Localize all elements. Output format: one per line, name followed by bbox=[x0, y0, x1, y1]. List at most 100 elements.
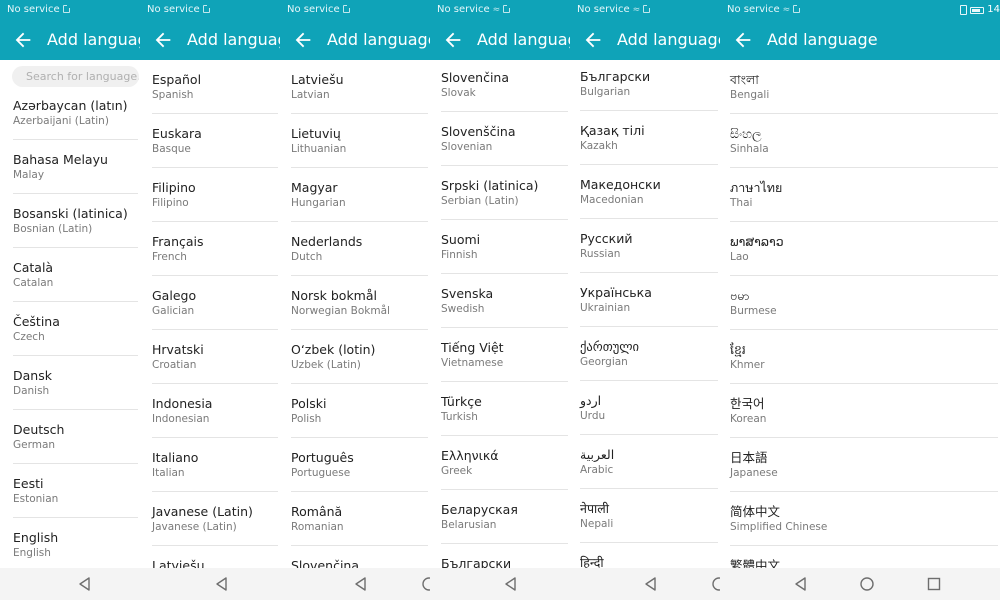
language-list-item[interactable]: O‘zbek (lotin) Uzbek (Latin) bbox=[280, 330, 430, 384]
language-list-item[interactable]: Ελληνικά Greek bbox=[430, 436, 570, 490]
language-list-item[interactable]: Español Spanish bbox=[140, 60, 280, 114]
language-list-item[interactable]: Azərbaycan (latın) Azerbaijani (Latin) bbox=[0, 86, 140, 140]
language-list-item[interactable]: Tiếng Việt Vietnamese bbox=[430, 328, 570, 382]
language-english-name: Hungarian bbox=[291, 197, 346, 209]
language-list-item[interactable]: हिन्दी bbox=[570, 543, 720, 568]
nav-home-icon[interactable] bbox=[420, 575, 430, 593]
language-list-item[interactable]: Slovenčina Slovak bbox=[430, 60, 570, 112]
nav-home-icon[interactable] bbox=[710, 575, 720, 593]
language-list-item[interactable]: Deutsch German bbox=[0, 410, 140, 464]
language-list-item[interactable]: Suomi Finnish bbox=[430, 220, 570, 274]
language-native-name: اردو bbox=[580, 393, 602, 408]
nav-back-icon[interactable] bbox=[213, 575, 231, 593]
arrow-back-icon[interactable] bbox=[442, 29, 464, 51]
language-list-item[interactable]: Русский Russian bbox=[570, 219, 720, 273]
arrow-back-icon[interactable] bbox=[732, 29, 754, 51]
language-english-name: Finnish bbox=[441, 249, 478, 261]
language-list-item[interactable]: Polski Polish bbox=[280, 384, 430, 438]
language-english-name: Kazakh bbox=[580, 140, 618, 152]
language-english-name: Macedonian bbox=[580, 194, 644, 206]
language-list-item[interactable]: Nederlands Dutch bbox=[280, 222, 430, 276]
language-list-item[interactable]: العربية Arabic bbox=[570, 435, 720, 489]
language-list-item[interactable]: Bahasa Melayu Malay bbox=[0, 140, 140, 194]
language-list-item[interactable]: नेपाली Nepali bbox=[570, 489, 720, 543]
language-list-item[interactable]: 简体中文 Simplified Chinese bbox=[720, 492, 1000, 546]
language-native-name: Norsk bokmål bbox=[291, 288, 377, 303]
language-list-item[interactable]: Latviešu Latvian bbox=[280, 60, 430, 114]
language-list-item[interactable]: Hrvatski Croatian bbox=[140, 330, 280, 384]
language-list-item[interactable]: Türkçe Turkish bbox=[430, 382, 570, 436]
language-list-item[interactable]: Galego Galician bbox=[140, 276, 280, 330]
language-list-item[interactable]: Euskara Basque bbox=[140, 114, 280, 168]
language-native-name: Čeština bbox=[13, 314, 60, 329]
language-native-name: ພາສາລາວ bbox=[730, 234, 784, 249]
nav-back-icon[interactable] bbox=[76, 575, 94, 593]
status-bar: No service bbox=[140, 0, 280, 20]
nav-recents-icon[interactable] bbox=[925, 575, 943, 593]
language-list-item[interactable]: اردو Urdu bbox=[570, 381, 720, 435]
language-list-item[interactable]: ພາສາລາວ Lao bbox=[720, 222, 1000, 276]
language-list-item[interactable]: Català Catalan bbox=[0, 248, 140, 302]
language-list-item[interactable]: Indonesia Indonesian bbox=[140, 384, 280, 438]
language-english-name: Khmer bbox=[730, 359, 765, 371]
search-input[interactable] bbox=[12, 66, 139, 87]
screen-panel: No service≈Add languageSlovenčinaSlovakS… bbox=[430, 0, 570, 600]
language-list-item[interactable]: Bosanski (latinica) Bosnian (Latin) bbox=[0, 194, 140, 248]
language-list-item[interactable]: ဗမာ Burmese bbox=[720, 276, 1000, 330]
language-list-item[interactable]: Dansk Danish bbox=[0, 356, 140, 410]
language-list-item[interactable]: Български bbox=[430, 544, 570, 568]
carrier-label: No service bbox=[727, 4, 780, 15]
nav-back-icon[interactable] bbox=[792, 575, 810, 593]
language-list-item[interactable]: Filipino Filipino bbox=[140, 168, 280, 222]
nav-back-icon[interactable] bbox=[502, 575, 520, 593]
language-english-name: Catalan bbox=[13, 277, 54, 289]
nav-home-icon[interactable] bbox=[858, 575, 876, 593]
nav-back-icon[interactable] bbox=[352, 575, 370, 593]
language-list-item[interactable]: Italiano Italian bbox=[140, 438, 280, 492]
sim-card-icon bbox=[202, 5, 210, 13]
language-list-item[interactable]: Slovenčina bbox=[280, 546, 430, 568]
language-list-item[interactable]: Lietuvių Lithuanian bbox=[280, 114, 430, 168]
navigation-bar bbox=[0, 568, 140, 600]
language-list-item[interactable]: Srpski (latinica) Serbian (Latin) bbox=[430, 166, 570, 220]
language-list-item[interactable]: Português Portuguese bbox=[280, 438, 430, 492]
language-list-item[interactable]: Magyar Hungarian bbox=[280, 168, 430, 222]
language-list-item[interactable]: Norsk bokmål Norwegian Bokmål bbox=[280, 276, 430, 330]
language-list-item[interactable]: Беларуская Belarusian bbox=[430, 490, 570, 544]
language-english-name: Japanese bbox=[730, 467, 778, 479]
arrow-back-icon[interactable] bbox=[12, 29, 34, 51]
language-list-item[interactable]: Svenska Swedish bbox=[430, 274, 570, 328]
language-english-name: Latvian bbox=[291, 89, 330, 101]
language-list-item[interactable]: Македонски Macedonian bbox=[570, 165, 720, 219]
language-native-name: العربية bbox=[580, 447, 615, 462]
language-list-item[interactable]: ภาษาไทย Thai bbox=[720, 168, 1000, 222]
language-english-name: Bengali bbox=[730, 89, 770, 101]
language-list-item[interactable]: বাংলা Bengali bbox=[720, 60, 1000, 114]
language-list-item[interactable]: Slovenščina Slovenian bbox=[430, 112, 570, 166]
language-list-item[interactable]: Eesti Estonian bbox=[0, 464, 140, 518]
language-list-item[interactable]: English English bbox=[0, 518, 140, 568]
language-list-item[interactable]: Українська Ukrainian bbox=[570, 273, 720, 327]
arrow-back-icon[interactable] bbox=[292, 29, 314, 51]
language-list-item[interactable]: Български Bulgarian bbox=[570, 60, 720, 111]
arrow-back-icon[interactable] bbox=[582, 29, 604, 51]
language-list-item[interactable]: ქართული Georgian bbox=[570, 327, 720, 381]
language-list-item[interactable]: 한국어 Korean bbox=[720, 384, 1000, 438]
language-native-name: Deutsch bbox=[13, 422, 65, 437]
language-list-item[interactable]: 繁體中文 bbox=[720, 546, 1000, 568]
status-bar: No service ≈ bbox=[430, 0, 570, 20]
arrow-back-icon[interactable] bbox=[152, 29, 174, 51]
language-list-item[interactable]: සිංහල Sinhala bbox=[720, 114, 1000, 168]
language-list-item[interactable]: Français French bbox=[140, 222, 280, 276]
language-list-item[interactable]: ខ្មែរ Khmer bbox=[720, 330, 1000, 384]
app-bar: Add language bbox=[570, 20, 720, 60]
language-list-item[interactable]: Javanese (Latin) Javanese (Latin) bbox=[140, 492, 280, 546]
language-list-item[interactable]: Română Romanian bbox=[280, 492, 430, 546]
language-list-item[interactable]: Latviešu bbox=[140, 546, 280, 568]
language-list-item[interactable]: Čeština Czech bbox=[0, 302, 140, 356]
language-list-item[interactable]: Қазақ тілі Kazakh bbox=[570, 111, 720, 165]
language-english-name: Croatian bbox=[152, 359, 197, 371]
language-list-item[interactable]: 日本語 Japanese bbox=[720, 438, 1000, 492]
nav-back-icon[interactable] bbox=[642, 575, 660, 593]
page-title: Add language bbox=[47, 30, 140, 49]
